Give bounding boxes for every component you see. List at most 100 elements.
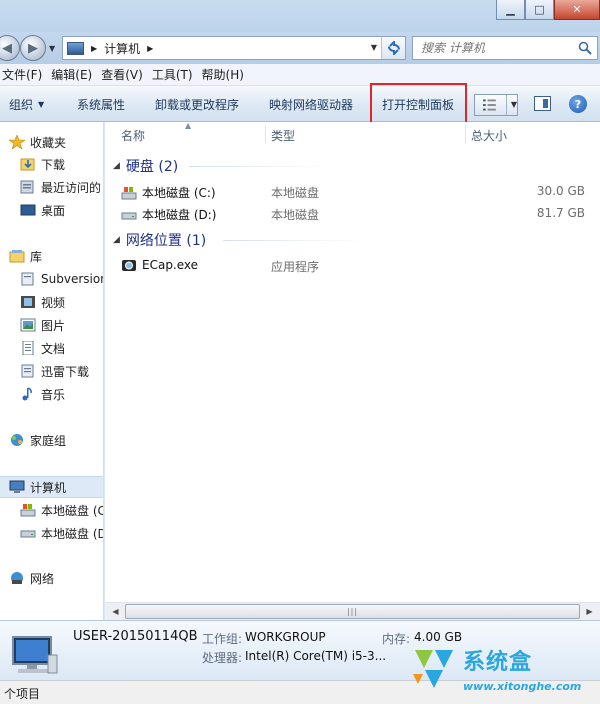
group-header-network[interactable]: ◢ 网络位置 (1)	[113, 230, 363, 250]
network-icon	[11, 572, 23, 584]
column-type[interactable]: 类型	[271, 127, 295, 144]
nav-network[interactable]: 网络	[9, 568, 54, 588]
status-text: 个项目	[4, 687, 41, 701]
nav-libraries[interactable]: 库	[9, 246, 42, 266]
map-network-drive-button[interactable]: 映射网络驱动器	[269, 86, 353, 122]
nav-documents[interactable]: 文档	[20, 338, 65, 358]
collapse-triangle-icon[interactable]: ◢	[113, 235, 120, 245]
breadcrumb-separator-icon[interactable]: ▶	[91, 44, 97, 53]
group-header-disks[interactable]: ◢ 硬盘 (2)	[113, 156, 329, 176]
nav-downloads[interactable]: 下载	[20, 154, 65, 174]
nav-downloads-label: 下载	[41, 157, 66, 172]
table-row[interactable]: 本地磁盘 (C:) 本地磁盘 30.0 GB	[105, 181, 600, 203]
search-icon[interactable]	[578, 41, 592, 55]
workgroup-value: WORKGROUP	[245, 630, 326, 644]
computer-name: USER-20150114QB	[73, 629, 198, 644]
menu-file[interactable]: 文件(F)	[0, 66, 49, 83]
camera-app-icon	[122, 260, 136, 271]
sort-up-icon: ▲	[185, 121, 192, 130]
drive-icon	[121, 212, 137, 219]
watermark-logo: 系统盒 www.xitonghe.com	[405, 642, 600, 702]
processor-value: Intel(R) Core(TM) i5-3...	[245, 649, 387, 663]
refresh-button[interactable]	[381, 37, 405, 59]
column-divider[interactable]	[265, 125, 266, 143]
collapse-triangle-icon[interactable]: ◢	[113, 161, 120, 171]
scroll-right-icon[interactable]: ▶	[581, 604, 598, 619]
pictures-icon	[20, 318, 36, 332]
nav-subversion[interactable]: Subversion	[20, 269, 104, 289]
scrollbar-thumb[interactable]: |||	[125, 604, 580, 619]
star-icon	[9, 135, 25, 149]
system-properties-button[interactable]: 系统属性	[77, 86, 125, 122]
nav-recent-places[interactable]: 最近访问的	[20, 177, 101, 197]
nav-xunlei-label: 迅雷下载	[41, 364, 90, 379]
nav-pictures[interactable]: 图片	[20, 315, 65, 335]
logo-url: www.xitonghe.com	[463, 680, 582, 693]
search-box[interactable]	[412, 36, 598, 60]
nav-favorites[interactable]: 收藏夹	[9, 132, 66, 152]
breadcrumb-computer[interactable]: 计算机	[104, 40, 140, 57]
menu-tools[interactable]: 工具(T)	[150, 66, 200, 83]
close-button[interactable]: ✕	[554, 0, 600, 20]
search-input[interactable]	[421, 41, 581, 55]
table-row[interactable]: 本地磁盘 (D:) 本地磁盘 81.7 GB	[105, 203, 600, 225]
preview-pane-button[interactable]	[534, 96, 551, 111]
horizontal-scrollbar[interactable]: ◀ ||| ▶	[105, 602, 600, 620]
nav-music-label: 音乐	[41, 387, 66, 402]
view-dropdown-icon[interactable]: ▼	[505, 95, 517, 115]
downloads-folder-icon	[20, 158, 35, 171]
nav-xunlei-downloads[interactable]: 迅雷下载	[20, 361, 89, 381]
column-divider[interactable]	[465, 125, 466, 143]
column-size[interactable]: 总大小	[471, 127, 507, 144]
table-row[interactable]: ECap.exe 应用程序	[105, 255, 600, 277]
uninstall-program-button[interactable]: 卸载或更改程序	[155, 86, 239, 122]
address-history-dropdown-icon[interactable]: ▼	[371, 43, 377, 52]
logo-mark-icon	[413, 650, 453, 688]
nav-computer[interactable]: 计算机	[9, 477, 66, 497]
menu-view[interactable]: 查看(V)	[99, 66, 150, 83]
view-options-icon	[483, 99, 496, 111]
address-bar[interactable]: ▶ 计算机 ▶ ▼	[62, 36, 406, 60]
nav-desktop[interactable]: 桌面	[20, 200, 65, 220]
nav-documents-label: 文档	[41, 341, 66, 356]
column-name[interactable]: 名称	[121, 127, 145, 144]
organize-button[interactable]: 组织 ▼	[9, 86, 44, 122]
nav-subversion-label: Subversion	[41, 272, 104, 286]
column-header: ▲ 名称 类型 总大小	[105, 121, 600, 146]
nav-music[interactable]: 音乐	[20, 384, 65, 404]
breadcrumb-separator-icon[interactable]: ▶	[147, 44, 153, 53]
system-drive-icon	[20, 504, 36, 517]
nav-disk-d[interactable]: 本地磁盘 (D	[20, 523, 104, 543]
library-folder-icon	[21, 272, 34, 286]
minimize-button[interactable]: ▁	[496, 0, 525, 20]
change-view-button[interactable]: ▼	[474, 94, 518, 116]
menu-edit[interactable]: 编辑(E)	[49, 66, 99, 83]
nav-libraries-label: 库	[30, 249, 43, 264]
organize-label: 组织	[9, 97, 34, 112]
videos-icon	[21, 296, 35, 308]
back-button[interactable]: ◀	[0, 35, 20, 61]
navigation-pane: 收藏夹 下载 最近访问的 桌面 库 Subversion 视频 图片 文档 迅雷…	[0, 122, 104, 620]
row-type: 本地磁盘	[271, 186, 320, 200]
nav-homegroup[interactable]: 家庭组	[9, 430, 66, 450]
system-drive-icon	[121, 186, 137, 199]
menu-help[interactable]: 帮助(H)	[200, 66, 251, 83]
nav-favorites-label: 收藏夹	[30, 135, 67, 150]
computer-icon	[67, 41, 84, 55]
command-bar: 组织 ▼ 系统属性 卸载或更改程序 映射网络驱动器 打开控制面板 ▼ ?	[0, 86, 600, 122]
nav-videos[interactable]: 视频	[20, 292, 65, 312]
maximize-button[interactable]: □	[525, 0, 554, 20]
nav-disk-d-label: 本地磁盘 (D	[41, 526, 104, 541]
library-folder-icon	[21, 364, 34, 378]
processor-label: 处理器:	[202, 651, 243, 665]
group-network-label: 网络位置 (1)	[125, 233, 207, 249]
help-icon[interactable]: ?	[569, 95, 587, 113]
desktop-icon	[20, 204, 36, 216]
scroll-left-icon[interactable]: ◀	[107, 604, 124, 619]
computer-icon	[12, 636, 58, 674]
recent-pages-dropdown-icon[interactable]: ▼	[49, 44, 55, 53]
nav-disk-c[interactable]: 本地磁盘 (C	[20, 500, 103, 520]
open-control-panel-button[interactable]: 打开控制面板	[382, 86, 454, 122]
libraries-icon	[9, 250, 25, 263]
forward-button[interactable]: ▶	[20, 35, 46, 61]
